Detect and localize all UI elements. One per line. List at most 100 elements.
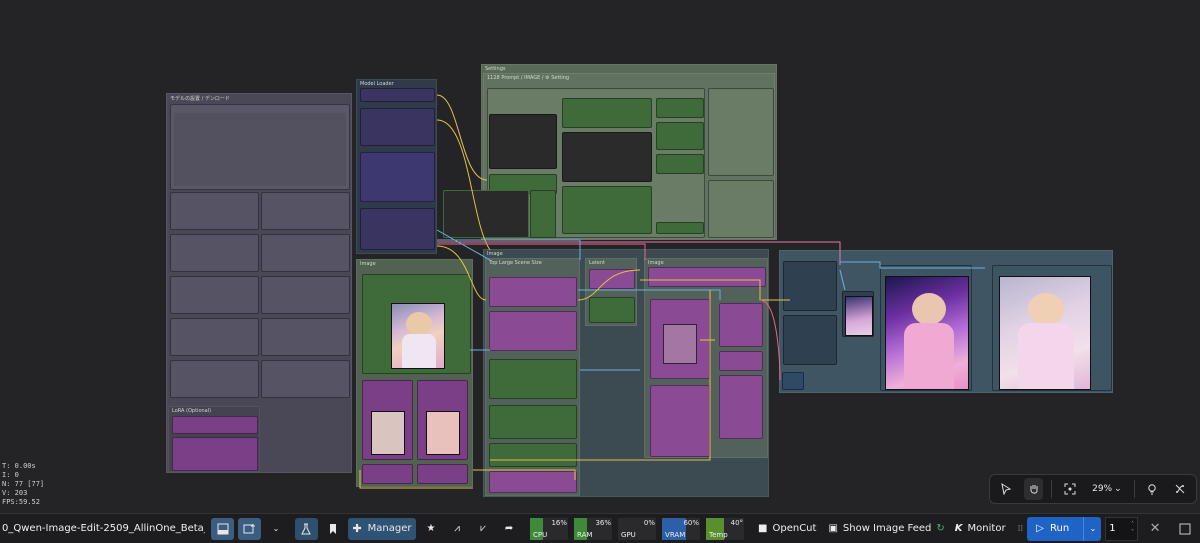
node-settings-d[interactable]	[562, 186, 652, 234]
node-preview-neon[interactable]	[880, 265, 972, 391]
run-main[interactable]: ▷ Run	[1027, 523, 1083, 534]
run-button[interactable]: ▷ Run ⌄	[1027, 516, 1102, 541]
node-latent-pink[interactable]	[589, 269, 635, 289]
group-output[interactable]	[779, 250, 1113, 393]
k-icon: K	[954, 523, 963, 534]
node-pink-right-2[interactable]	[719, 351, 763, 371]
drag-handle-icon[interactable]: ⁞⁞	[1018, 524, 1024, 534]
node-image-c[interactable]	[362, 464, 413, 484]
node-pink-mid[interactable]	[650, 385, 710, 457]
node-small-preview[interactable]	[842, 291, 874, 337]
node-prompt-pink-2[interactable]	[489, 311, 577, 351]
run-dropdown[interactable]: ⌄	[1083, 516, 1101, 541]
node-lora-1[interactable]	[170, 192, 259, 230]
sidebar-toggle-button[interactable]	[1174, 518, 1196, 540]
node-green-2[interactable]	[489, 405, 577, 439]
node-lora-7[interactable]	[170, 318, 259, 356]
node-save-2[interactable]	[783, 315, 837, 365]
node-green-3[interactable]	[489, 443, 577, 467]
zoom-dropdown[interactable]: 29% ⌄	[1088, 484, 1126, 494]
node-model-sampling[interactable]	[360, 208, 435, 250]
monitor-button-label: Monitor	[967, 523, 1006, 534]
monitor-button[interactable]: K Monitor	[955, 523, 1006, 534]
group-top-large[interactable]: Top Large Scene Size	[485, 258, 580, 496]
close-button[interactable]: ✕	[1144, 518, 1166, 540]
opencut-button[interactable]: ■ OpenCut	[758, 523, 816, 534]
node-options-2[interactable]	[708, 180, 774, 238]
node-image-b[interactable]	[417, 380, 468, 460]
model-button[interactable]: ⩘	[446, 518, 468, 540]
node-lora-3[interactable]	[170, 234, 259, 272]
node-text-prompt[interactable]	[489, 114, 557, 169]
bookmark-button[interactable]	[322, 518, 344, 540]
node-lora-4[interactable]	[261, 234, 350, 272]
node-pink-right-1[interactable]	[719, 303, 763, 347]
group-image-input[interactable]: Image	[356, 259, 473, 487]
chevron-down-icon: ⌄	[272, 524, 280, 533]
node-pink-right-3[interactable]	[719, 375, 763, 439]
canvas-toolbar: 29% ⌄	[989, 474, 1197, 504]
node-vae-loader[interactable]	[360, 152, 435, 202]
group-image-right[interactable]: Image	[644, 258, 768, 458]
node-lora-9[interactable]	[170, 360, 259, 398]
fit-view-icon[interactable]	[1060, 478, 1080, 500]
node-settings-e[interactable]	[656, 222, 704, 234]
node-loose-small[interactable]	[530, 190, 556, 238]
node-image-a[interactable]	[362, 380, 413, 460]
node-output-small[interactable]	[782, 372, 804, 390]
queue-count-value: 1	[1109, 523, 1116, 534]
workflow-selector[interactable]: 0_Qwen-Image-Edit-2509_AllinOne_Beta_hak…	[0, 523, 205, 534]
node-lora-2[interactable]	[261, 192, 350, 230]
model-alt-button[interactable]: ⩗	[472, 518, 494, 540]
queue-count-stepper[interactable]: 1 ˄ ˅	[1105, 516, 1139, 541]
image-b-thumbnail	[426, 411, 460, 455]
node-lora-loader[interactable]	[172, 416, 258, 434]
node-image-d[interactable]	[417, 464, 468, 484]
node-lora-6[interactable]	[261, 276, 350, 314]
favorite-button[interactable]: ★	[420, 518, 442, 540]
node-preview-bar[interactable]	[562, 132, 652, 182]
select-cursor-icon[interactable]	[996, 478, 1016, 500]
clear-button[interactable]	[294, 517, 318, 540]
node-settings-b[interactable]	[656, 122, 704, 150]
hide-links-icon[interactable]	[1170, 478, 1190, 500]
group-model-loader[interactable]: Model Loader	[356, 79, 437, 254]
show-image-feed-button[interactable]: ▣ Show Image Feed ↻	[828, 523, 944, 534]
lightbulb-icon[interactable]	[1143, 478, 1163, 500]
node-settings-a[interactable]	[656, 98, 704, 118]
share-button[interactable]: ➦	[498, 518, 520, 540]
workflow-canvas[interactable]: モデルの設置 / デンロード LoRA (Optional) Model Loa…	[0, 0, 1200, 513]
group-model-setup[interactable]: モデルの設置 / デンロード LoRA (Optional)	[166, 93, 352, 473]
node-settings-c[interactable]	[656, 154, 704, 174]
node-preview-pink[interactable]	[650, 299, 710, 379]
input-image-thumbnail	[391, 303, 445, 369]
stepper-arrows[interactable]: ˄ ˅	[1131, 521, 1134, 537]
manager-button[interactable]: ✚ Manager	[347, 517, 417, 540]
node-prompt-pink-1[interactable]	[489, 277, 577, 307]
group-pipeline[interactable]: Image Top Large Scene Size Latent Image	[483, 249, 769, 497]
hand-pan-icon[interactable]	[1023, 478, 1044, 500]
node-options[interactable]	[708, 88, 774, 176]
node-lora-5[interactable]	[170, 276, 259, 314]
node-save-1[interactable]	[783, 261, 837, 311]
node-notes[interactable]	[170, 104, 350, 190]
node-lora-10[interactable]	[261, 360, 350, 398]
group-lora-optional[interactable]: LoRA (Optional)	[168, 406, 260, 472]
panel-toggle-button[interactable]	[211, 517, 234, 540]
node-load-image[interactable]	[362, 274, 471, 374]
queue-dropdown-button[interactable]: ⌄	[265, 518, 287, 540]
node-green-1[interactable]	[489, 359, 577, 399]
node-latent-green[interactable]	[589, 297, 635, 323]
node-sampler[interactable]	[562, 98, 652, 128]
queue-button[interactable]	[237, 517, 261, 540]
node-lora-loader-2[interactable]	[172, 437, 258, 471]
node-pink-wide[interactable]	[648, 267, 766, 287]
node-lora-8[interactable]	[261, 318, 350, 356]
node-unet-loader[interactable]	[360, 88, 435, 102]
node-loose-text[interactable]	[443, 190, 529, 238]
node-clip-loader[interactable]	[360, 108, 435, 146]
preview-thumbnail	[663, 324, 697, 364]
node-preview-soft[interactable]	[992, 265, 1112, 391]
group-latent[interactable]: Latent	[585, 258, 637, 326]
node-pink-3[interactable]	[489, 471, 577, 493]
